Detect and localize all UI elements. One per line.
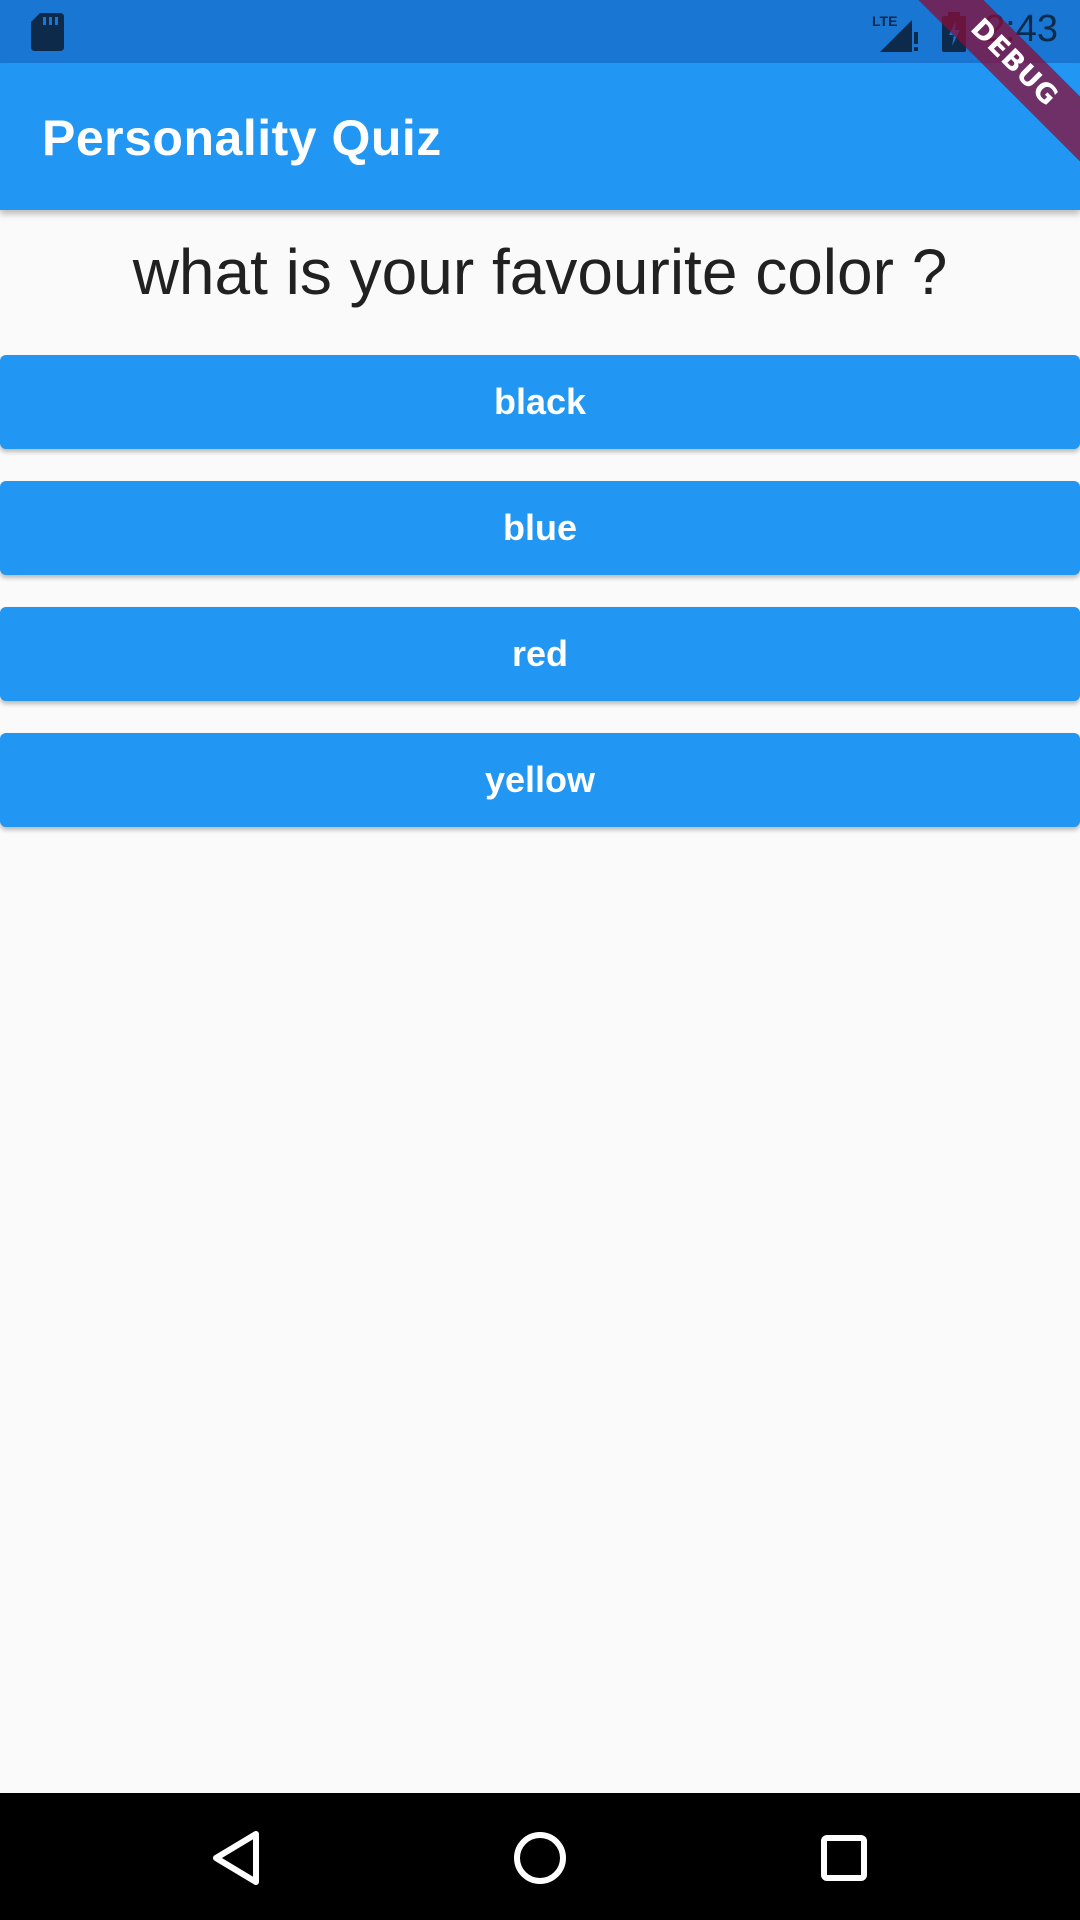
svg-text:LTE: LTE	[872, 13, 897, 29]
recents-icon	[821, 1835, 867, 1881]
back-icon	[213, 1831, 259, 1885]
status-bar: LTE 2:43	[0, 0, 1080, 63]
home-button[interactable]	[505, 1823, 575, 1893]
answer-button-black[interactable]: black	[0, 355, 1080, 449]
answer-button-red[interactable]: red	[0, 607, 1080, 701]
app-bar: Personality Quiz	[0, 63, 1080, 210]
home-icon	[514, 1832, 566, 1884]
back-button[interactable]	[201, 1823, 271, 1893]
sd-card-icon	[31, 13, 64, 51]
answer-button-yellow[interactable]: yellow	[0, 733, 1080, 827]
question-text: what is your favourite color ?	[132, 236, 948, 308]
recents-button[interactable]	[809, 1823, 879, 1893]
answer-button-blue[interactable]: blue	[0, 481, 1080, 575]
navigation-bar	[0, 1793, 1080, 1920]
page-title: Personality Quiz	[42, 110, 442, 166]
lte-signal-icon: LTE	[872, 13, 918, 52]
